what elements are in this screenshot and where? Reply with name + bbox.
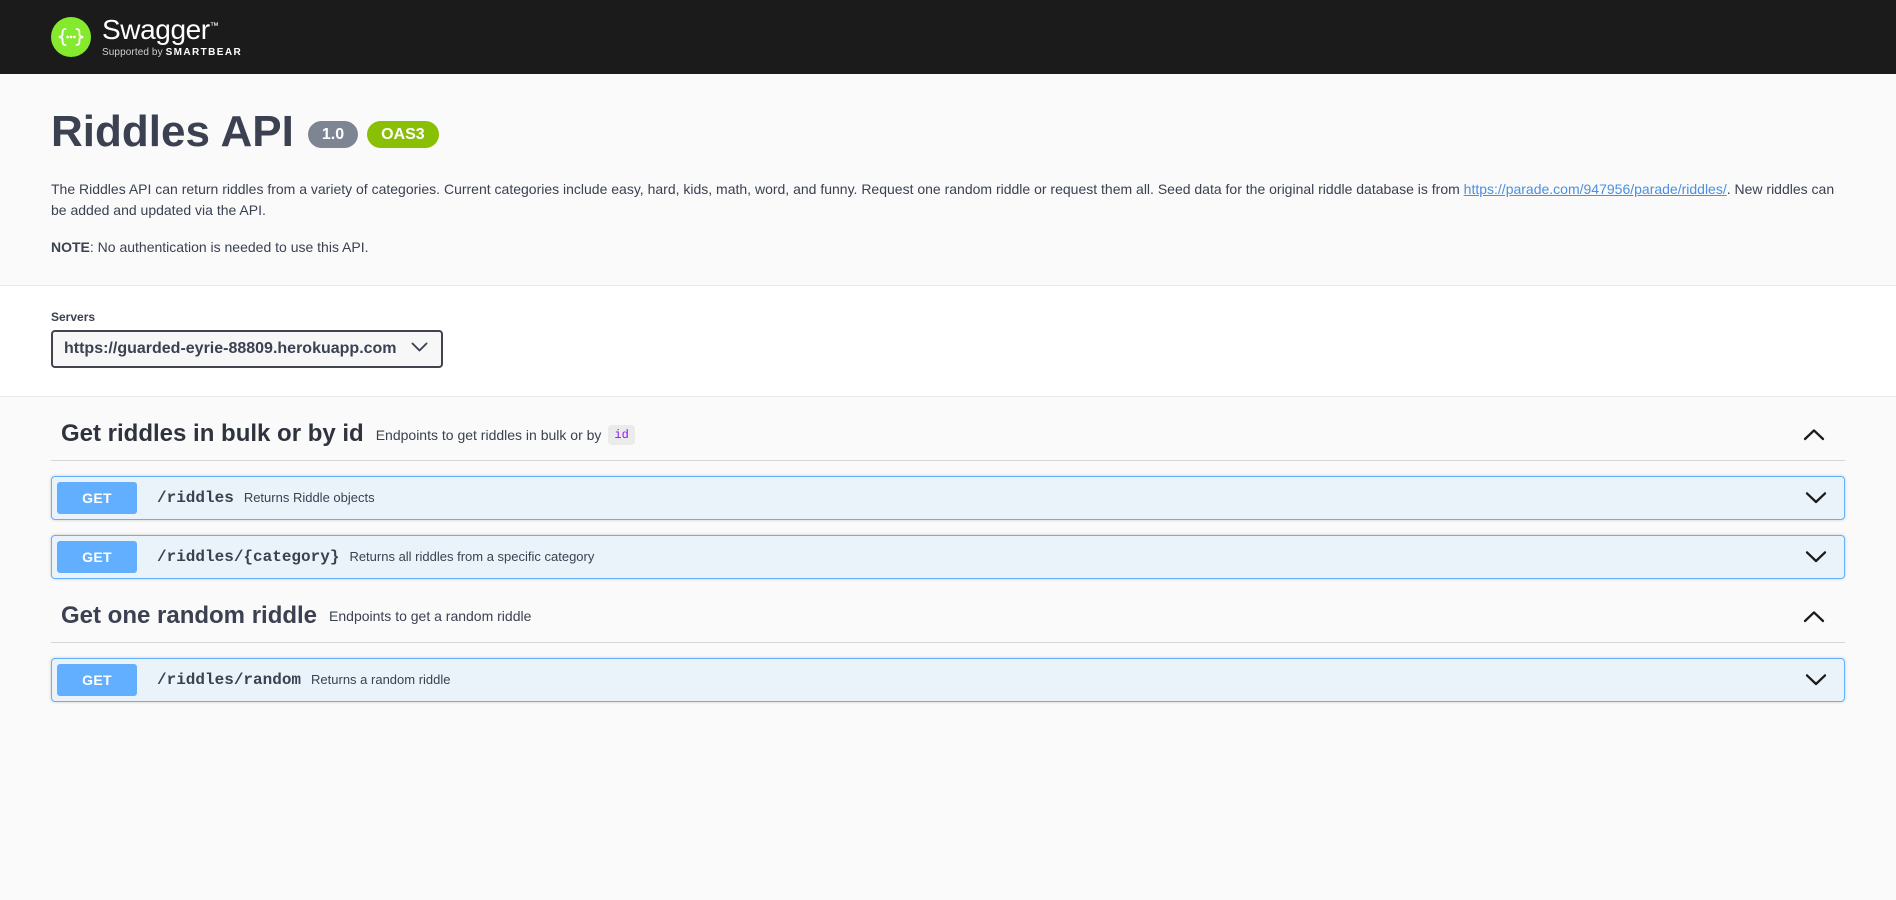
seed-data-link[interactable]: https://parade.com/947956/parade/riddles… — [1464, 181, 1727, 197]
api-note-label: NOTE — [51, 239, 90, 256]
chevron-up-icon[interactable] — [1793, 606, 1835, 627]
operation-path: /riddles/random — [157, 670, 302, 689]
http-method-badge: GET — [57, 481, 137, 514]
tag-header-bulk[interactable]: Get riddles in bulk or by id Endpoints t… — [51, 397, 1845, 461]
operation-path: /riddles — [157, 488, 234, 507]
tag-name-bulk: Get riddles in bulk or by id — [61, 420, 364, 448]
api-note-text: : No authentication is needed to use thi… — [89, 239, 369, 256]
operation-get-riddles[interactable]: GET /riddles Returns Riddle objects — [51, 475, 1845, 520]
tag-section-random: Get one random riddle Endpoints to get a… — [51, 579, 1845, 702]
tag-description-bulk: Endpoints to get riddles in bulk or by i… — [375, 424, 635, 445]
chevron-down-icon — [411, 340, 428, 358]
tag-description-random: Endpoints to get a random riddle — [329, 608, 531, 624]
tag-header-random[interactable]: Get one random riddle Endpoints to get a… — [51, 579, 1845, 643]
api-note: NOTE: No authentication is needed to use… — [51, 239, 1845, 255]
server-select-value: https://guarded-eyrie-88809.herokuapp.co… — [64, 340, 397, 358]
tag-description-text: Endpoints to get riddles in bulk or by — [375, 426, 602, 443]
servers-block: Servers https://guarded-eyrie-88809.hero… — [0, 286, 1896, 398]
brand-name: Swagger™ — [102, 14, 219, 45]
tag-name-random: Get one random riddle — [61, 601, 318, 629]
operation-summary: Returns a random riddle — [311, 672, 451, 688]
smartbear-brand: SMARTBEAR — [165, 47, 243, 58]
page-title: Riddles API 1.0 OAS3 — [51, 106, 1845, 159]
tag-section-bulk: Get riddles in bulk or by id Endpoints t… — [51, 397, 1845, 579]
http-method-badge: GET — [57, 540, 137, 573]
oas-version-badge: OAS3 — [367, 120, 439, 148]
operations-area: Get riddles in bulk or by id Endpoints t… — [0, 397, 1896, 702]
api-description: The Riddles API can return riddles from … — [51, 179, 1845, 222]
topbar: Swagger™ Supported by SMARTBEAR — [0, 0, 1896, 74]
http-method-badge: GET — [57, 663, 137, 696]
chevron-up-icon[interactable] — [1793, 424, 1835, 445]
operation-summary: Returns Riddle objects — [243, 490, 375, 506]
api-description-part1: The Riddles API can return riddles from … — [51, 180, 1464, 197]
chevron-down-icon[interactable] — [1793, 550, 1839, 563]
brand-wordmark: Swagger™ Supported by SMARTBEAR — [102, 14, 243, 59]
operation-path: /riddles/{category} — [157, 547, 340, 566]
server-select[interactable]: https://guarded-eyrie-88809.herokuapp.co… — [51, 330, 443, 369]
operation-get-riddles-category[interactable]: GET /riddles/{category} Returns all ridd… — [51, 534, 1845, 579]
api-title-text: Riddles API — [51, 107, 294, 156]
servers-label: Servers — [51, 310, 96, 325]
tag-description-text: Endpoints to get a random riddle — [329, 608, 532, 625]
api-info-block: Riddles API 1.0 OAS3 The Riddles API can… — [0, 74, 1896, 287]
trademark-symbol: ™ — [209, 20, 219, 31]
inline-code-id: id — [608, 424, 635, 445]
chevron-down-icon[interactable] — [1793, 673, 1839, 686]
swagger-braces-logo-icon — [51, 17, 91, 57]
chevron-down-icon[interactable] — [1793, 491, 1839, 504]
supported-by-line: Supported by SMARTBEAR — [102, 47, 243, 58]
swagger-logo-link[interactable]: Swagger™ Supported by SMARTBEAR — [51, 16, 242, 58]
operation-summary: Returns all riddles from a specific cate… — [349, 549, 595, 565]
version-badge: 1.0 — [307, 120, 359, 148]
operation-get-riddles-random[interactable]: GET /riddles/random Returns a random rid… — [51, 657, 1845, 702]
